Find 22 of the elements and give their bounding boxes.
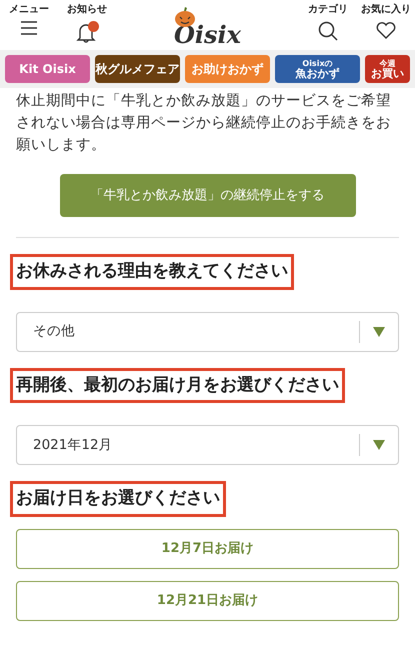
notice-text: 休止期間中に「牛乳とか飲み放題」のサービスをご希望されない場合は専用ページから継続停止のお手続きをお願いします。 xyxy=(16,92,392,155)
delivery-date-button[interactable]: 12月7日お届け xyxy=(16,528,399,568)
header-nav-button[interactable]: お知らせ xyxy=(58,5,116,43)
banner-link[interactable]: 今週 お買い xyxy=(365,55,410,83)
dropdown-field[interactable]: 2021年12月 xyxy=(16,425,399,465)
banner-link[interactable]: Oisixの 魚おかず xyxy=(275,55,360,83)
header-nav-button[interactable]: お気に入り xyxy=(357,5,415,41)
banner-link[interactable]: Kit Oisix xyxy=(5,55,90,83)
menu-icon xyxy=(20,21,38,35)
dropdown-arrow-icon xyxy=(373,440,385,450)
section-heading: 再開後、最初のお届け月をお選びください xyxy=(10,368,345,403)
banner-link[interactable]: 秋グルメフェア xyxy=(95,55,180,83)
section-heading: お休みされる理由を教えてください xyxy=(10,254,294,290)
dropdown-field[interactable]: その他 xyxy=(16,312,399,352)
logo[interactable]: Oisix xyxy=(174,11,241,47)
section-heading: お届け日をお選びください xyxy=(10,481,226,516)
header-nav-button[interactable]: カテゴリ xyxy=(299,5,357,41)
delivery-date-button[interactable]: 12月21日お届け xyxy=(16,580,399,620)
heart-icon xyxy=(376,21,396,39)
header-nav-button[interactable]: メニュー xyxy=(0,5,58,43)
dropdown-arrow-icon xyxy=(373,326,385,336)
search-icon xyxy=(318,21,338,41)
